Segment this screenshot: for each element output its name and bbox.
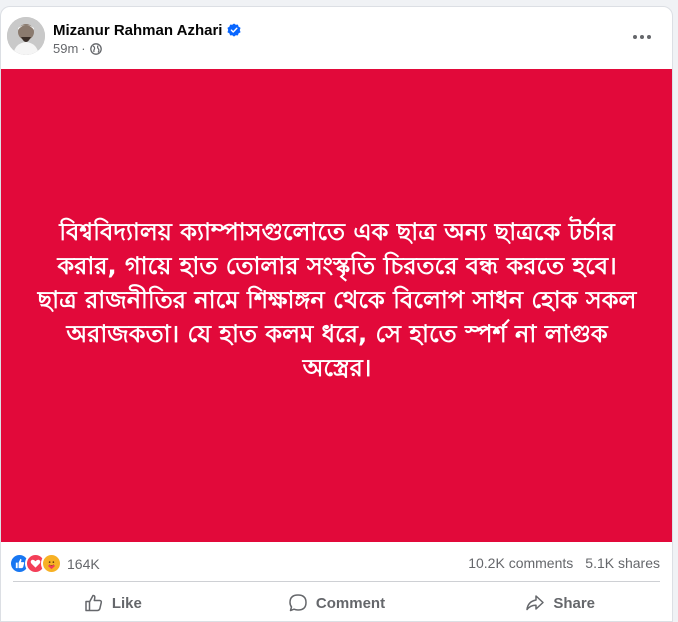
post-card: Mizanur Rahman Azhari 59m · বিশ্ববিদ্যাল… — [0, 6, 673, 622]
more-horizontal-icon — [633, 35, 651, 39]
share-label: Share — [553, 594, 596, 612]
share-button[interactable]: Share — [448, 585, 672, 621]
share-icon — [526, 595, 545, 611]
like-button[interactable]: Like — [1, 585, 225, 621]
care-reaction-icon — [41, 553, 62, 574]
post-meta: 59m · — [53, 41, 102, 56]
separator-dot: · — [81, 41, 86, 56]
verified-badge-icon — [227, 23, 242, 37]
comment-label: Comment — [315, 594, 386, 612]
post-time[interactable]: 59m — [53, 41, 78, 56]
post-header: Mizanur Rahman Azhari 59m · — [1, 7, 672, 69]
shares-count[interactable]: 5.1K shares — [585, 555, 660, 571]
reactions-summary[interactable]: 164K — [9, 553, 100, 574]
comments-count[interactable]: 10.2K comments — [468, 555, 573, 571]
author-avatar[interactable] — [7, 17, 45, 55]
post-content[interactable]: বিশ্ববিদ্যালয় ক্যাম্পাসগুলোতে এক ছাত্র … — [1, 69, 672, 542]
comment-icon — [289, 594, 307, 612]
author-name[interactable]: Mizanur Rahman Azhari — [53, 22, 222, 39]
thumbs-up-icon — [85, 594, 102, 612]
reactions-count: 164K — [67, 555, 100, 572]
post-text: বিশ্ববিদ্যালয় ক্যাম্পাসগুলোতে এক ছাত্র … — [37, 217, 637, 382]
like-label: Like — [111, 594, 142, 612]
post-actions: Like Comment Share — [1, 585, 672, 621]
globe-icon[interactable] — [89, 42, 102, 55]
author-row: Mizanur Rahman Azhari — [53, 20, 242, 40]
comment-button[interactable]: Comment — [225, 585, 449, 621]
engagement-counts: 10.2K comments 5.1K shares — [468, 555, 660, 571]
actions-divider — [13, 581, 660, 582]
more-options-button[interactable] — [626, 21, 658, 53]
post-stats: 164K 10.2K comments 5.1K shares — [1, 547, 672, 577]
